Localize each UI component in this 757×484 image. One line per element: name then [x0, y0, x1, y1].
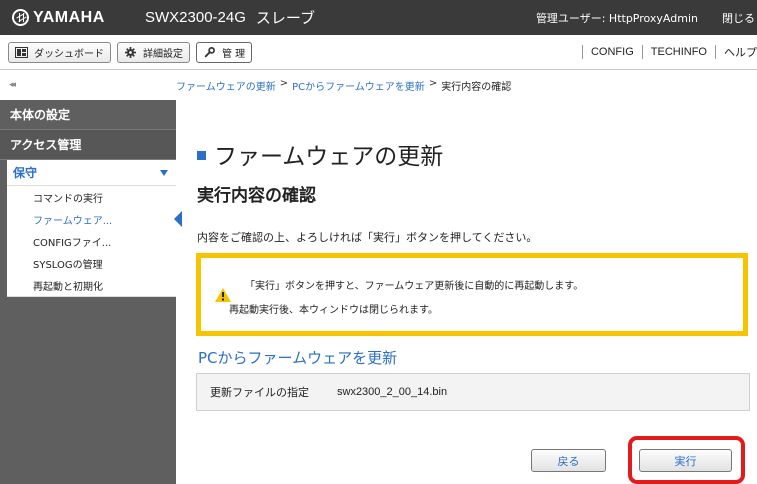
- breadcrumb: ファームウェアの更新 > PCからファームウェアを更新 > 実行内容の確認: [176, 78, 511, 93]
- dashboard-label: ダッシュボード: [34, 48, 104, 60]
- device-model: SWX2300-24G: [145, 9, 246, 26]
- breadcrumb-separator: >: [279, 78, 289, 89]
- divider: [715, 45, 716, 59]
- sidebar-item-label: SYSLOGの管理: [33, 259, 103, 271]
- instruction-text: 内容をご確認の上、よろしければ「実行」ボタンを押してください。: [197, 231, 538, 244]
- divider: [641, 45, 643, 59]
- help-link[interactable]: ヘルプ: [724, 44, 757, 60]
- breadcrumb-update-from-pc[interactable]: PCからファームウェアを更新: [292, 78, 425, 93]
- sidebar-item-config-file[interactable]: CONFIGファイ...: [7, 230, 176, 252]
- sidebar: 本体の設定 アクセス管理 保守 コマンドの実行 ファームウェア... CONFI…: [0, 100, 182, 484]
- advanced-settings-button[interactable]: 詳細設定: [117, 41, 190, 63]
- yamaha-logo: YAMAHA: [12, 9, 145, 27]
- warning-text-line1: 「実行」ボタンを押すと、ファームウェア更新後に自動的に再起動します。: [245, 281, 584, 292]
- file-label: 更新ファイルの指定: [210, 386, 309, 399]
- device-mode: スレーブ: [255, 10, 315, 27]
- warning-icon: [215, 288, 231, 302]
- manage-button[interactable]: 管 理: [196, 41, 253, 63]
- section-title: PCからファームウェアを更新: [198, 349, 398, 367]
- chevron-down-icon: [160, 169, 168, 176]
- gear-icon: [125, 46, 136, 58]
- breadcrumb-separator: >: [428, 78, 438, 89]
- admin-user-label: 管理ユーザー: HttpProxyAdmin: [535, 11, 698, 25]
- wrench-icon: [204, 46, 215, 57]
- config-link[interactable]: CONFIG: [591, 46, 634, 58]
- sidebar-section-maintenance: 保守 コマンドの実行 ファームウェア... CONFIGファイ... SYSLO…: [7, 160, 182, 297]
- sidebar-item-label: 再起動と初期化: [33, 281, 103, 293]
- back-button[interactable]: 戻る: [531, 449, 606, 472]
- page-title-wrap: ファームウェアの更新: [197, 137, 443, 171]
- manage-label: 管 理: [222, 48, 246, 60]
- dashboard-icon: [15, 46, 28, 58]
- sidebar-item-syslog[interactable]: SYSLOGの管理: [7, 252, 176, 274]
- breadcrumb-firmware-update[interactable]: ファームウェアの更新: [176, 78, 276, 93]
- title-square-icon: [197, 151, 206, 160]
- page-title: ファームウェアの更新: [214, 144, 444, 170]
- collapse-sidebar-icon[interactable]: ◂◂: [9, 80, 16, 90]
- sidebar-item-label: コマンドの実行: [33, 193, 103, 205]
- execute-button-highlight: [628, 436, 745, 484]
- toolbar: ダッシュボード 詳細設定 管 理 CONFIG TECHINFO ヘルプ: [0, 35, 757, 70]
- sidebar-item-label: CONFIGファイ...: [33, 237, 112, 249]
- yamaha-tuning-fork-icon: [12, 9, 29, 26]
- dashboard-button[interactable]: ダッシュボード: [8, 41, 111, 63]
- file-info-row: 更新ファイルの指定 swx2300_2_00_14.bin: [196, 373, 750, 411]
- divider: [581, 45, 583, 59]
- page-subtitle: 実行内容の確認: [197, 186, 316, 206]
- file-name-value: swx2300_2_00_14.bin: [337, 386, 448, 398]
- breadcrumb-current: 実行内容の確認: [441, 82, 512, 93]
- sidebar-item-command-execution[interactable]: コマンドの実行: [7, 186, 176, 208]
- sidebar-section-maintenance-label: 保守: [13, 166, 38, 180]
- warning-box: 「実行」ボタンを押すと、ファームウェア更新後に自動的に再起動します。 再起動実行…: [196, 253, 748, 336]
- sidebar-item-firmware[interactable]: ファームウェア...: [7, 208, 182, 230]
- warning-text-line2: 再起動実行後、本ウィンドウは閉じられます。: [229, 305, 438, 316]
- close-link[interactable]: 閉じる: [722, 10, 755, 26]
- sidebar-section-access-management[interactable]: アクセス管理: [0, 130, 176, 160]
- sidebar-item-reboot-init[interactable]: 再起動と初期化: [7, 274, 176, 296]
- top-bar: YAMAHA SWX2300-24G スレーブ 管理ユーザー: HttpProx…: [0, 0, 757, 35]
- sidebar-section-maintenance-header[interactable]: 保守: [7, 160, 176, 186]
- brand-name: YAMAHA: [33, 8, 105, 26]
- sidebar-item-label: ファームウェア...: [33, 215, 113, 227]
- techinfo-link[interactable]: TECHINFO: [651, 46, 707, 58]
- sidebar-section-device-settings[interactable]: 本体の設定: [0, 100, 176, 130]
- advanced-settings-label: 詳細設定: [143, 48, 183, 60]
- active-marker-icon: [174, 211, 182, 227]
